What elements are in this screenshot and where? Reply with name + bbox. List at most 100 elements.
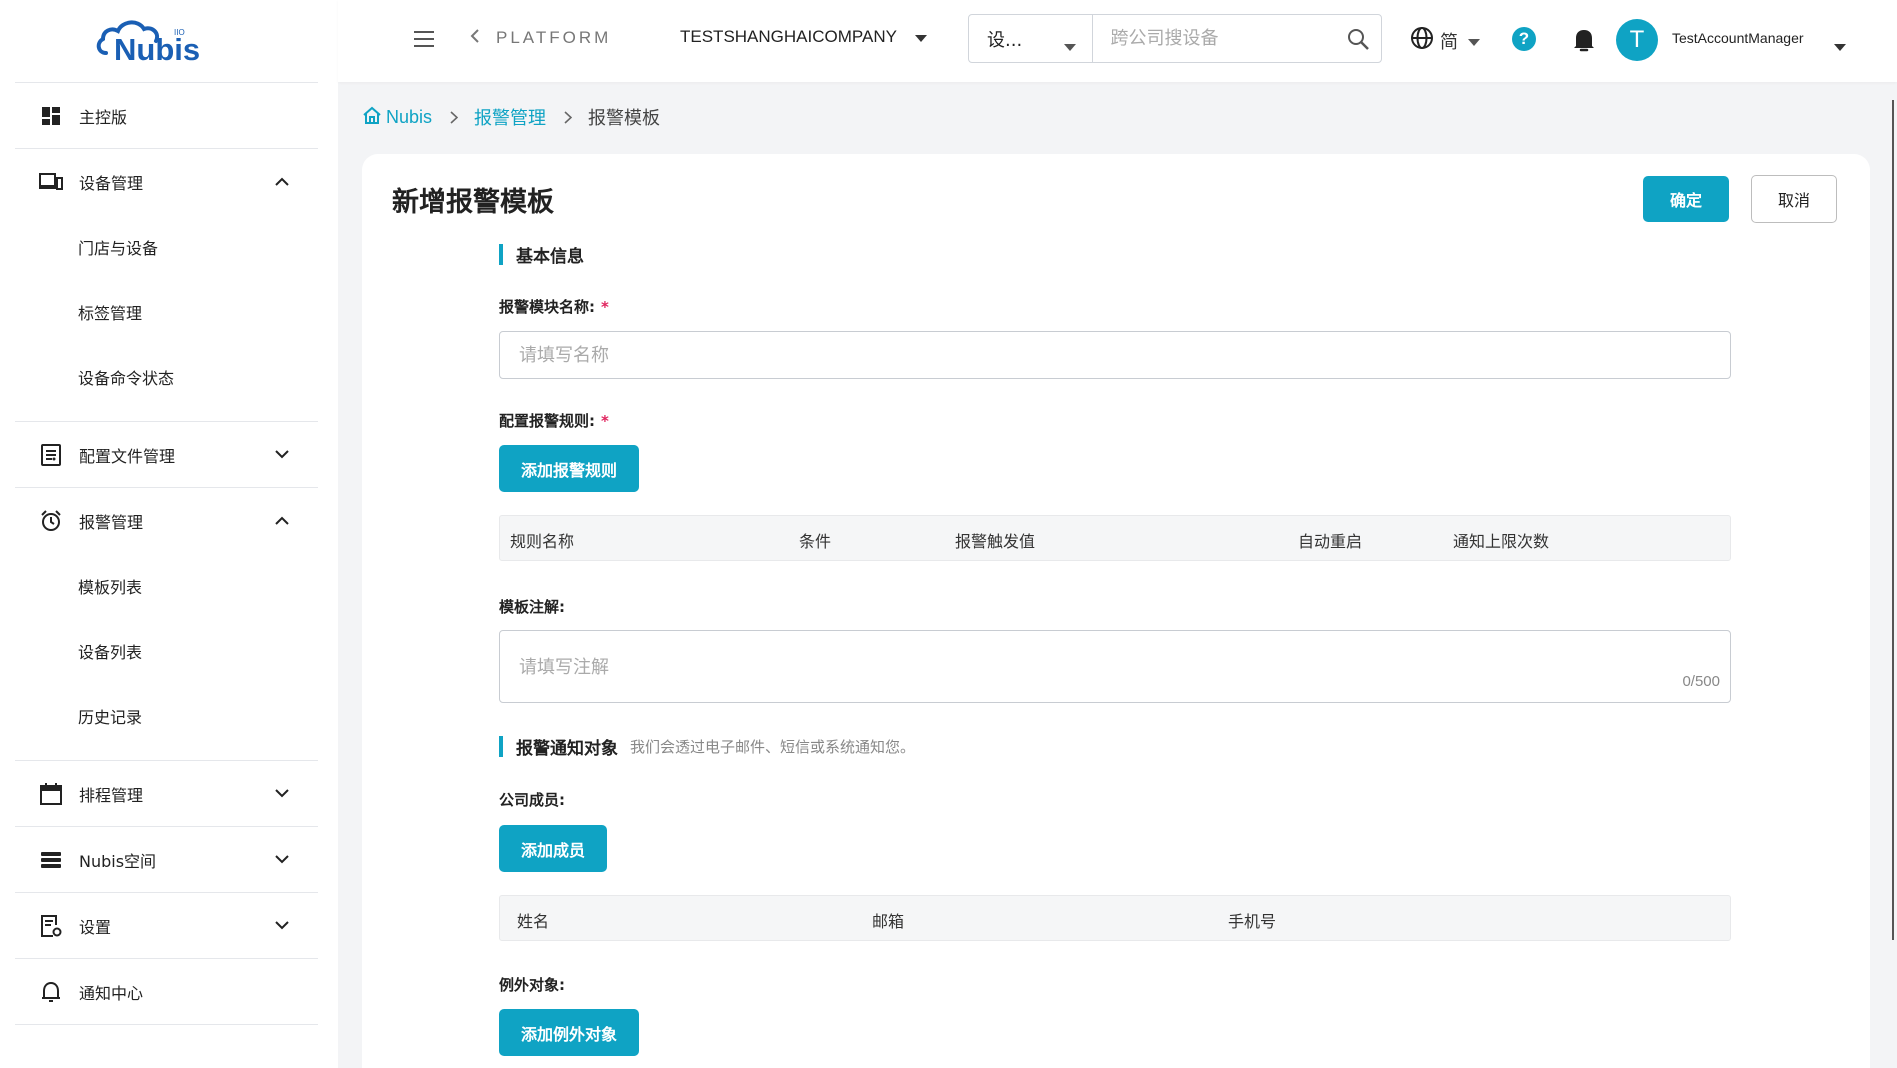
sidebar-item-history[interactable]: 历史记录 <box>15 683 318 748</box>
chevron-up-icon <box>272 171 292 191</box>
cancel-button[interactable]: 取消 <box>1751 175 1837 223</box>
section-title: 报警通知对象 <box>516 739 618 759</box>
back-to-platform-button[interactable]: PLATFORM <box>470 28 611 48</box>
platform-label: PLATFORM <box>496 28 612 47</box>
add-exception-button[interactable]: 添加例外对象 <box>499 1009 640 1056</box>
page-title: 新增报警模板 <box>392 187 554 218</box>
logo-text: Nubis <box>114 32 200 67</box>
settings-doc-icon <box>39 914 63 938</box>
sidebar-item-template-list[interactable]: 模板列表 <box>15 553 318 618</box>
nav-group-dashboard: 主控版 <box>15 82 318 148</box>
section-accent-bar <box>499 736 503 757</box>
required-mark: * <box>601 298 609 316</box>
sidebar-item-label: 配置文件管理 <box>79 446 176 466</box>
config-file-icon <box>39 443 63 467</box>
nav-group-schedule: 排程管理 <box>15 760 318 826</box>
search-type-select[interactable]: 设... <box>969 15 1093 62</box>
chevron-right-icon <box>450 110 459 124</box>
language-value: 简 <box>1440 31 1458 53</box>
storage-icon <box>39 848 63 872</box>
section-accent-bar <box>499 244 503 265</box>
help-icon[interactable]: ? <box>1512 27 1536 51</box>
username[interactable]: TestAccountManager <box>1672 30 1804 46</box>
sidebar-item-label: 主控版 <box>79 107 128 127</box>
section-description: 我们会透过电子邮件、短信或系统通知您。 <box>630 738 916 756</box>
section-title: 基本信息 <box>516 247 584 267</box>
add-member-button[interactable]: 添加成员 <box>499 825 608 872</box>
caret-down-icon <box>1468 30 1480 51</box>
template-note-field: 0/500 <box>499 630 1731 703</box>
column-header: 自动重启 <box>1298 532 1363 551</box>
globe-icon <box>1410 26 1434 55</box>
add-alarm-rule-button[interactable]: 添加报警规则 <box>499 445 640 492</box>
devices-icon <box>39 170 63 194</box>
column-header: 邮箱 <box>872 912 905 931</box>
sidebar-item-alarm[interactable]: 报警管理 <box>15 488 318 553</box>
breadcrumb-home-label: Nubis <box>386 106 433 127</box>
menu-toggle-icon[interactable] <box>412 29 436 49</box>
sidebar-item-nubis-space[interactable]: Nubis空间 <box>15 827 318 892</box>
label-text: 报警模块名称: <box>499 298 595 316</box>
breadcrumb: Nubis 报警管理 报警模板 <box>362 104 660 130</box>
alarm-submenu: 模板列表 设备列表 历史记录 <box>15 553 318 760</box>
sidebar-item-notification-center[interactable]: 通知中心 <box>15 959 318 1024</box>
confirm-button[interactable]: 确定 <box>1643 176 1729 222</box>
column-header: 姓名 <box>517 912 550 931</box>
exceptions-label: 例外对象: <box>499 976 565 994</box>
column-header: 报警触发值 <box>955 532 1036 551</box>
char-counter: 0/500 <box>1682 673 1720 690</box>
breadcrumb-alarm-management[interactable]: 报警管理 <box>474 104 546 130</box>
nubis-logo[interactable]: Nubis IIO <box>0 0 338 82</box>
sidebar-item-label: 通知中心 <box>79 983 144 1003</box>
home-icon <box>362 106 386 129</box>
bell-icon[interactable] <box>1572 27 1596 53</box>
template-note-input[interactable] <box>500 631 1730 702</box>
sidebar-item-label: 设备管理 <box>79 173 144 193</box>
sidebar-nav: 主控版 设备管理 门店与设备 标签管理 设备命令状态 配置文件管理 报警管理 模… <box>15 82 318 1025</box>
basic-info-section: 基本信息 <box>499 242 584 267</box>
nubis-logo-mark: Nubis IIO <box>96 20 200 67</box>
members-table-header: 姓名 邮箱 手机号 <box>499 895 1731 941</box>
sidebar-item-devices[interactable]: 设备管理 <box>15 149 318 214</box>
label-text: 配置报警规则: <box>499 412 595 430</box>
column-header: 手机号 <box>1228 912 1277 931</box>
caret-down-icon <box>1063 35 1076 56</box>
search-input[interactable] <box>1092 15 1336 62</box>
sidebar-item-stores-devices[interactable]: 门店与设备 <box>15 214 318 279</box>
template-name-input[interactable] <box>499 331 1731 379</box>
avatar[interactable]: T <box>1616 19 1658 61</box>
search-type-value: 设... <box>987 29 1023 51</box>
nav-group-settings: 设置 <box>15 892 318 958</box>
device-search: 设... <box>968 14 1382 63</box>
column-header: 通知上限次数 <box>1453 532 1550 551</box>
search-icon[interactable] <box>1336 15 1381 62</box>
template-name-label: 报警模块名称: * <box>499 296 609 317</box>
sidebar-item-device-list[interactable]: 设备列表 <box>15 618 318 683</box>
sidebar-item-dashboard[interactable]: 主控版 <box>15 83 318 148</box>
sidebar-item-tags[interactable]: 标签管理 <box>15 279 318 344</box>
sidebar-item-schedule[interactable]: 排程管理 <box>15 761 318 826</box>
breadcrumb-home[interactable]: Nubis <box>362 106 432 129</box>
template-form-card: 新增报警模板 确定 取消 基本信息 报警模块名称: * 配置报警规则: * 添加报警… <box>362 154 1870 1068</box>
language-selector[interactable]: 简 <box>1410 26 1480 55</box>
breadcrumb-current: 报警模板 <box>588 108 661 129</box>
caret-down-icon[interactable] <box>1834 36 1846 55</box>
top-header: PLATFORM TESTSHANGHAICOMPANY 设... 简 ? T … <box>338 0 1897 82</box>
chevron-down-icon <box>272 783 292 803</box>
rules-table-header: 规则名称 条件 报警触发值 自动重启 通知上限次数 <box>499 515 1731 561</box>
sidebar-item-label: 报警管理 <box>79 512 144 532</box>
nav-group-devices: 设备管理 门店与设备 标签管理 设备命令状态 <box>15 148 318 421</box>
sidebar-item-config-files[interactable]: 配置文件管理 <box>15 422 318 487</box>
devices-submenu: 门店与设备 标签管理 设备命令状态 <box>15 214 318 421</box>
chevron-left-icon <box>470 28 480 48</box>
sidebar-item-settings[interactable]: 设置 <box>15 893 318 958</box>
caret-down-icon <box>914 27 927 47</box>
dashboard-icon <box>39 104 63 128</box>
nav-group-alarm: 报警管理 模板列表 设备列表 历史记录 <box>15 487 318 760</box>
required-mark: * <box>601 412 609 430</box>
sidebar-item-command-status[interactable]: 设备命令状态 <box>15 344 318 409</box>
scrollbar-track[interactable] <box>1892 100 1894 940</box>
nav-group-config: 配置文件管理 <box>15 421 318 487</box>
chevron-down-icon <box>272 444 292 464</box>
company-selector[interactable]: TESTSHANGHAICOMPANY <box>680 27 927 47</box>
